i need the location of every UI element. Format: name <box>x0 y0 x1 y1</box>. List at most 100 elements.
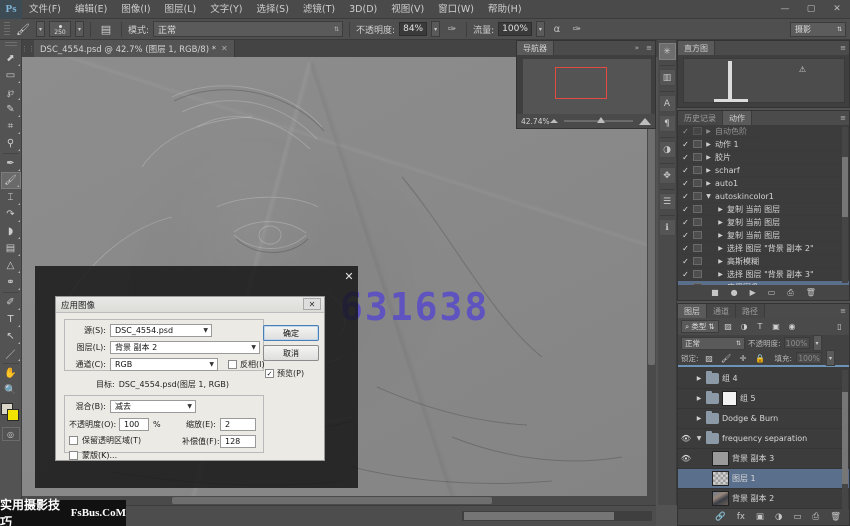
tab-history[interactable]: 历史记录 <box>678 111 723 125</box>
shape-tool[interactable]: ／ <box>1 345 21 362</box>
lock-image-icon[interactable]: 🖌 <box>720 352 733 365</box>
opacity-dropdown-icon[interactable]: ▾ <box>431 21 440 37</box>
blend-mode-select[interactable]: 正常 ⇅ <box>153 21 343 37</box>
tab-layers[interactable]: 图层 <box>678 304 707 318</box>
panel-menu-icon[interactable]: ≡ <box>840 114 846 122</box>
chevron-right-icon[interactable]: ▶ <box>704 154 713 161</box>
menu-filter[interactable]: 滤镜(T) <box>296 0 342 19</box>
color-icon[interactable]: ◑ <box>659 141 676 158</box>
marquee-tool[interactable]: ▭ <box>1 67 21 84</box>
menu-view[interactable]: 视图(V) <box>384 0 431 19</box>
lock-all-icon[interactable]: 🔒 <box>754 352 767 365</box>
action-toggle-icon[interactable]: ✓ <box>680 257 691 266</box>
new-action-icon[interactable]: ⎙ <box>787 288 793 298</box>
cancel-button[interactable]: 取消 <box>263 345 319 361</box>
chevron-right-icon[interactable]: ▶ <box>716 271 725 278</box>
clone-stamp-tool[interactable]: ⌶ <box>1 189 21 206</box>
tab-navigator[interactable]: 导航器 <box>517 41 554 55</box>
history-brush-tool[interactable]: ↷ <box>1 206 21 223</box>
layer-row[interactable]: 👁 ▼ frequency separation <box>678 429 849 449</box>
layer-visibility-icon[interactable]: 👁 <box>680 474 692 483</box>
menu-window[interactable]: 窗口(W) <box>431 0 481 19</box>
gradient-tool[interactable]: ▤ <box>1 240 21 257</box>
tab-channels[interactable]: 通道 <box>707 304 736 318</box>
background-color-swatch[interactable] <box>7 409 19 421</box>
close-icon[interactable]: ✕ <box>221 44 228 53</box>
menu-3d[interactable]: 3D(D) <box>342 0 384 19</box>
panel-menu-icon[interactable]: ≡ <box>840 307 846 315</box>
layer-visibility-icon[interactable]: 👁 <box>680 494 692 503</box>
channel-select[interactable]: RGB ▼ <box>110 358 218 371</box>
panel-menu-icon[interactable]: ≡ <box>646 44 652 52</box>
chevron-right-icon[interactable]: ▶ <box>704 141 713 148</box>
navigator-zoom-value[interactable]: 42.74% <box>521 117 550 126</box>
paragraph-icon[interactable]: ¶ <box>659 115 676 132</box>
ok-button[interactable]: 确定 <box>263 325 319 341</box>
chevron-right-icon[interactable]: ▶ <box>704 128 713 135</box>
chevron-down-icon[interactable]: ▼ <box>695 435 703 442</box>
histogram-icon[interactable]: ▥ <box>659 69 676 86</box>
action-dialog-toggle-icon[interactable] <box>693 140 702 148</box>
action-row[interactable]: ✓ ▶ 自动色阶 <box>678 125 849 138</box>
layer-visibility-icon[interactable]: 👁 <box>680 454 692 463</box>
eraser-tool[interactable]: ◗ <box>1 223 21 240</box>
layers-list[interactable]: 👁 ▶ 组 4 👁 ▶ 组 5 👁 ▶ Dodge & Burn 👁 ▼ <box>678 369 849 510</box>
panel-menu-icon[interactable]: ≡ <box>840 44 846 52</box>
adjustment-layer-icon[interactable]: ◑ <box>775 512 782 522</box>
mini-bridge-icon[interactable]: ✳ <box>659 43 676 60</box>
action-row[interactable]: ✓ ▼ autoskincolor1 <box>678 190 849 203</box>
navigator-view-box[interactable] <box>555 67 607 99</box>
record-icon[interactable]: ● <box>731 288 738 297</box>
action-dialog-toggle-icon[interactable] <box>693 244 702 252</box>
layer-kind-select[interactable]: ⌕ 类型 ⇅ <box>681 320 719 333</box>
lock-position-icon[interactable]: ✛ <box>737 352 750 365</box>
navigator-zoom-slider[interactable] <box>564 120 633 122</box>
layer-select[interactable]: 背景 副本 2 ▼ <box>110 341 260 354</box>
tabstrip-grip[interactable]: ⋮⋮ <box>22 40 34 57</box>
chevron-right-icon[interactable]: ▶ <box>716 206 725 213</box>
new-layer-icon[interactable]: ⎙ <box>812 512 819 522</box>
lasso-tool[interactable]: ℘ <box>1 84 21 101</box>
layer-visibility-icon[interactable]: 👁 <box>680 394 692 403</box>
properties-icon[interactable]: ☰ <box>659 193 676 210</box>
flow-input[interactable]: 100% <box>498 22 532 36</box>
layer-opacity-value[interactable]: 100% <box>784 337 810 349</box>
action-dialog-toggle-icon[interactable] <box>693 179 702 187</box>
layer-mask-thumbnail[interactable] <box>722 391 737 406</box>
hand-tool[interactable]: ✋ <box>1 365 21 382</box>
layers-scrollbar[interactable] <box>842 370 848 509</box>
filter-smart-icon[interactable]: ◉ <box>786 320 799 333</box>
scale-input[interactable]: 2 <box>220 418 256 431</box>
brush-tool-icon[interactable]: 🖌 <box>14 21 32 37</box>
layer-fill-dropdown-icon[interactable]: ▾ <box>826 350 835 366</box>
action-toggle-icon[interactable]: ✓ <box>680 218 691 227</box>
action-dialog-toggle-icon[interactable] <box>693 205 702 213</box>
action-dialog-toggle-icon[interactable] <box>693 218 702 226</box>
crop-tool[interactable]: ⌗ <box>1 118 21 135</box>
layer-row[interactable]: 👁 ▶ Dodge & Burn <box>678 409 849 429</box>
action-toggle-icon[interactable]: ✓ <box>680 244 691 253</box>
navigator-preview[interactable] <box>523 59 651 114</box>
action-row[interactable]: ✓ ▶ 选择 图层 "背景 副本 2" <box>678 242 849 255</box>
info-icon[interactable]: ℹ <box>659 219 676 236</box>
brush-tool[interactable]: 🖌 <box>1 172 21 189</box>
new-set-icon[interactable]: ▭ <box>768 288 776 297</box>
new-group-icon[interactable]: ▭ <box>793 512 801 522</box>
layer-row-selected[interactable]: 👁 图层 1 <box>678 469 849 489</box>
action-dialog-toggle-icon[interactable] <box>693 153 702 161</box>
actions-scroll-thumb[interactable] <box>842 157 848 217</box>
menu-image[interactable]: 图像(I) <box>114 0 157 19</box>
brush-size-dropdown-icon[interactable]: ▾ <box>75 21 84 37</box>
action-toggle-icon[interactable]: ✓ <box>680 127 691 136</box>
dialog-opacity-input[interactable]: 100 <box>119 418 149 431</box>
status-horizontal-scrollbar[interactable] <box>462 511 652 521</box>
pressure-opacity-icon[interactable]: ✑ <box>444 21 460 37</box>
source-select[interactable]: DSC_4554.psd ▼ <box>110 324 212 337</box>
action-row[interactable]: ✓ ▶ 胶片 <box>678 151 849 164</box>
maximize-icon[interactable]: ▢ <box>798 0 824 19</box>
action-toggle-icon[interactable]: ✓ <box>680 205 691 214</box>
chevron-right-icon[interactable]: ▶ <box>704 167 713 174</box>
brush-size-preview[interactable]: 250 <box>49 21 71 37</box>
chevron-right-icon[interactable]: ▶ <box>716 258 725 265</box>
layer-row[interactable]: 👁 背景 副本 3 <box>678 449 849 469</box>
